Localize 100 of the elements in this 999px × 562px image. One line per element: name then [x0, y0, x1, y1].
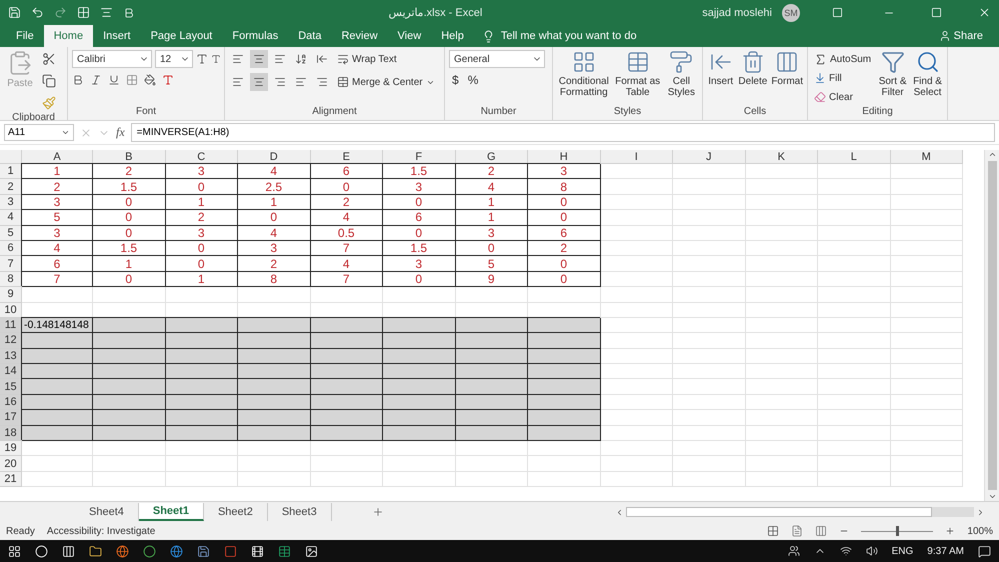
table-cell[interactable]: 0: [166, 240, 238, 256]
table-cell[interactable]: 1: [456, 194, 528, 210]
row-header[interactable]: 20: [0, 456, 22, 472]
ribbon-button[interactable]: Conditional Formatting: [557, 50, 611, 98]
table-cell[interactable]: 0: [528, 194, 600, 210]
table-cell[interactable]: 7: [310, 272, 383, 288]
find-select-button[interactable]: Find & Select: [912, 50, 943, 98]
table-cell[interactable]: 2: [22, 179, 93, 195]
wrap-text-button[interactable]: Wrap Text: [335, 50, 437, 68]
table-cell[interactable]: 3: [166, 164, 238, 180]
table-cell[interactable]: 1.5: [93, 179, 166, 195]
table-cell[interactable]: 1: [93, 256, 166, 272]
column-header[interactable]: I: [600, 150, 673, 164]
row-header[interactable]: 19: [0, 441, 22, 456]
table-cell[interactable]: 2: [310, 194, 383, 210]
row-header[interactable]: 2: [0, 179, 22, 195]
table-cell[interactable]: 0: [93, 194, 166, 210]
table-cell[interactable]: 0: [238, 210, 310, 226]
column-header[interactable]: M: [890, 150, 963, 164]
column-header[interactable]: C: [166, 150, 238, 164]
sheet-tab[interactable]: Sheet3: [268, 503, 332, 521]
table-cell[interactable]: 0: [456, 240, 528, 256]
column-header[interactable]: F: [383, 150, 456, 164]
ribbon-button[interactable]: Delete: [738, 50, 768, 87]
table-cell[interactable]: 3: [456, 226, 528, 241]
currency-button[interactable]: $: [449, 73, 462, 87]
name-box[interactable]: A11: [4, 124, 74, 141]
number-format-field[interactable]: General: [449, 50, 545, 68]
table-cell[interactable]: 0: [528, 210, 600, 226]
table-cell[interactable]: 6: [528, 226, 600, 241]
zoom-slider-thumb[interactable]: [896, 526, 900, 536]
accessibility-status[interactable]: Accessibility: Investigate: [46, 526, 156, 536]
insert-function-button[interactable]: fx: [116, 125, 125, 140]
sheet-tab[interactable]: Sheet1: [138, 503, 204, 521]
table-cell[interactable]: 5: [456, 256, 528, 272]
table-cell[interactable]: 0: [383, 226, 456, 241]
ribbon-tab[interactable]: Home: [44, 25, 94, 47]
table-cell[interactable]: 4: [310, 210, 383, 226]
table-cell[interactable]: 0: [528, 256, 600, 272]
row-header[interactable]: 7: [0, 256, 22, 272]
table-cell[interactable]: 0: [383, 194, 456, 210]
scrollbar-thumb[interactable]: [988, 161, 996, 490]
table-cell[interactable]: 0.5: [310, 226, 383, 241]
row-header[interactable]: 4: [0, 210, 22, 226]
ribbon-tab[interactable]: View: [388, 25, 432, 47]
table-cell[interactable]: 2: [238, 256, 310, 272]
table-cell[interactable]: 6: [22, 256, 93, 272]
table-cell[interactable]: 6: [383, 210, 456, 226]
table-cell[interactable]: 4: [238, 226, 310, 241]
select-all-corner[interactable]: [0, 150, 22, 164]
table-cell[interactable]: 2: [166, 210, 238, 226]
ribbon-tab[interactable]: Page Layout: [140, 25, 222, 47]
tell-me-field[interactable]: Tell me what you want to do: [500, 30, 637, 42]
column-header[interactable]: H: [528, 150, 600, 164]
table-cell[interactable]: 1.5: [93, 240, 166, 256]
row-header[interactable]: 14: [0, 364, 22, 380]
font-name-field[interactable]: Calibri: [72, 50, 152, 68]
ribbon-button[interactable]: Format: [771, 50, 803, 87]
language-indicator[interactable]: ENG: [892, 546, 914, 556]
table-cell[interactable]: 3: [238, 240, 310, 256]
table-cell[interactable]: 0: [93, 226, 166, 241]
column-header[interactable]: K: [746, 150, 818, 164]
table-cell[interactable]: 3: [22, 194, 93, 210]
table-cell[interactable]: 0: [528, 272, 600, 288]
table-cell[interactable]: 0: [383, 272, 456, 288]
table-cell[interactable]: 0: [93, 210, 166, 226]
table-cell[interactable]: 0: [93, 272, 166, 288]
fill-button[interactable]: Fill: [812, 69, 874, 87]
table-cell[interactable]: -0.148148148: [22, 318, 93, 334]
table-cell[interactable]: 3: [383, 256, 456, 272]
table-cell[interactable]: 5: [22, 210, 93, 226]
table-cell[interactable]: 1: [22, 164, 93, 180]
clock[interactable]: 9:37 AM: [927, 546, 964, 556]
formula-field[interactable]: =MINVERSE(A1:H8): [130, 123, 995, 142]
table-cell[interactable]: 2.5: [238, 179, 310, 195]
table-cell[interactable]: 1: [166, 272, 238, 288]
ribbon-tab[interactable]: File: [6, 25, 44, 47]
row-header[interactable]: 17: [0, 410, 22, 426]
ribbon-tab[interactable]: Help: [431, 25, 474, 47]
share-button[interactable]: Share: [932, 29, 989, 43]
row-header[interactable]: 15: [0, 379, 22, 395]
column-header[interactable]: B: [93, 150, 166, 164]
table-cell[interactable]: 6: [310, 164, 383, 180]
table-cell[interactable]: 3: [166, 226, 238, 241]
font-size-field[interactable]: 12: [155, 50, 193, 68]
ribbon-tab[interactable]: Insert: [93, 25, 141, 47]
sheet-tab[interactable]: Sheet2: [204, 503, 268, 521]
column-header[interactable]: E: [310, 150, 383, 164]
table-cell[interactable]: 4: [456, 179, 528, 195]
table-cell[interactable]: 0: [310, 179, 383, 195]
ribbon-button[interactable]: Insert: [707, 50, 734, 87]
merge-center-button[interactable]: Merge & Center: [335, 73, 437, 91]
table-cell[interactable]: 0: [166, 179, 238, 195]
user-avatar[interactable]: SM: [782, 4, 800, 22]
table-cell[interactable]: 2: [528, 240, 600, 256]
row-header[interactable]: 9: [0, 287, 22, 303]
sort-filter-button[interactable]: Sort & Filter: [877, 50, 908, 98]
ribbon-tab[interactable]: Review: [331, 25, 388, 47]
table-cell[interactable]: 8: [528, 179, 600, 195]
table-cell[interactable]: 1.5: [383, 164, 456, 180]
